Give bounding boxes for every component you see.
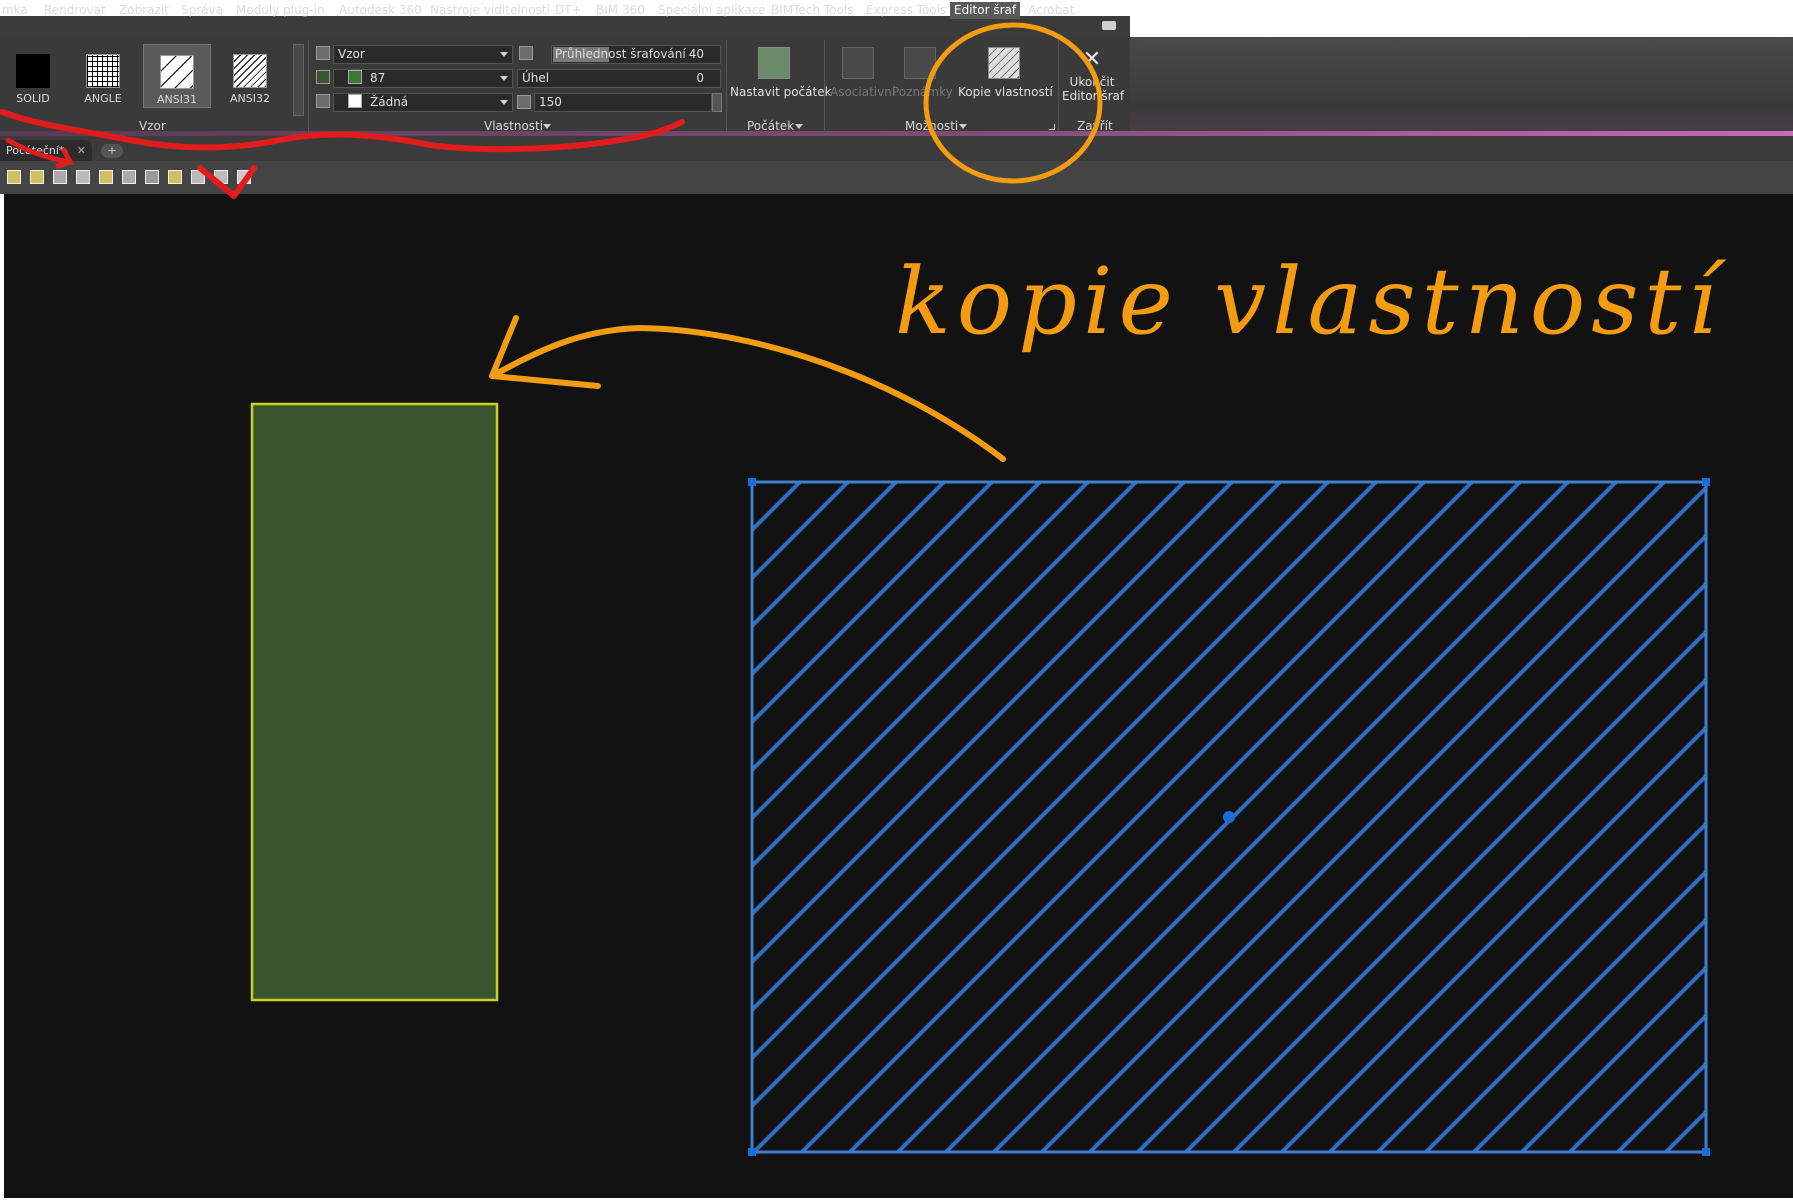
hatch-line [800, 482, 1474, 1152]
hatch-line [944, 482, 1618, 1152]
handwritten-annotation-text: kopie vlastností [895, 248, 1723, 355]
hatch-line [1040, 485, 1706, 1152]
hatch-line [992, 482, 1666, 1152]
grip-bottom-right[interactable] [1702, 1148, 1710, 1156]
green-hatch-rectangle[interactable] [250, 402, 499, 1002]
hatch-line [1376, 821, 1706, 1152]
red-underline-annotation [0, 109, 685, 153]
hatch-line [1568, 1013, 1706, 1152]
orange-circle-annotation [923, 22, 1103, 184]
hatch-line [752, 482, 1186, 917]
hatch-line [752, 482, 1234, 965]
hatch-center-grip[interactable] [1223, 811, 1235, 823]
hatch-line [1088, 533, 1706, 1152]
grip-bottom-left[interactable] [748, 1148, 756, 1156]
hatch-line [752, 482, 1426, 1152]
red-check-mark [197, 165, 257, 199]
hatch-line [752, 482, 1138, 869]
hatch-line [752, 482, 1282, 1013]
hatch-line [752, 482, 1378, 1109]
drawing-overlay [0, 22, 1793, 1156]
hatch-line [1664, 1109, 1706, 1152]
hatch-line [1714, 482, 1793, 1152]
red-scribble-mark [5, 137, 75, 169]
grip-top-left[interactable] [748, 478, 756, 486]
hatch-line [1280, 725, 1706, 1152]
grip-top-right[interactable] [1702, 478, 1710, 486]
hatch-line [848, 482, 1522, 1152]
